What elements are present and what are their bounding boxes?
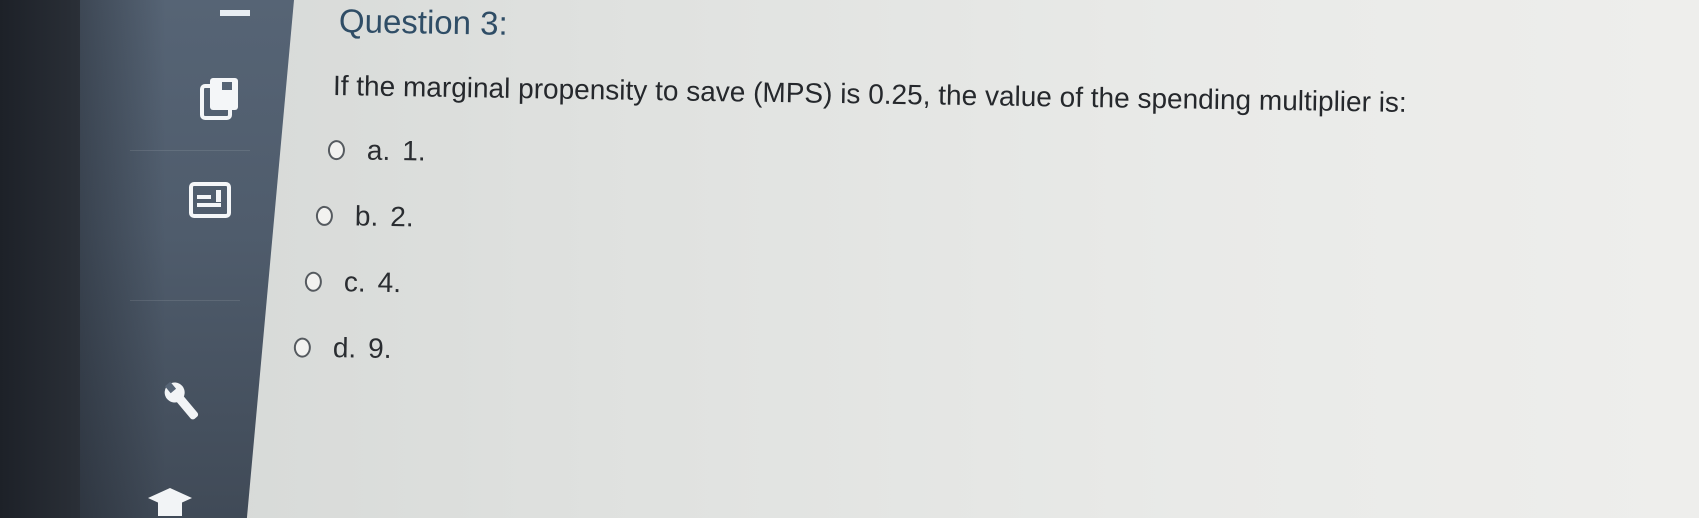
answer-option-c[interactable]: c. 4. [304, 266, 402, 300]
option-value: 4. [377, 266, 402, 299]
option-value: 9. [367, 332, 392, 365]
question-panel: Question 3: If the marginal propensity t… [0, 0, 1699, 518]
answer-option-b[interactable]: b. 2. [315, 200, 414, 234]
question-title: Question 3: [338, 2, 509, 42]
radio-button-d[interactable] [293, 337, 312, 358]
radio-button-a[interactable] [327, 139, 346, 161]
answer-option-a[interactable]: a. 1. [327, 134, 426, 168]
radio-button-b[interactable] [315, 205, 334, 227]
option-letter: a. [366, 134, 391, 166]
option-letter: d. [332, 332, 357, 364]
option-value: 2. [390, 200, 414, 233]
option-letter: c. [343, 266, 366, 298]
question-text: If the marginal propensity to save (MPS)… [332, 70, 1407, 118]
option-value: 1. [402, 135, 426, 167]
radio-button-c[interactable] [304, 271, 323, 292]
answer-option-d[interactable]: d. 9. [293, 331, 392, 365]
option-letter: b. [354, 200, 379, 232]
